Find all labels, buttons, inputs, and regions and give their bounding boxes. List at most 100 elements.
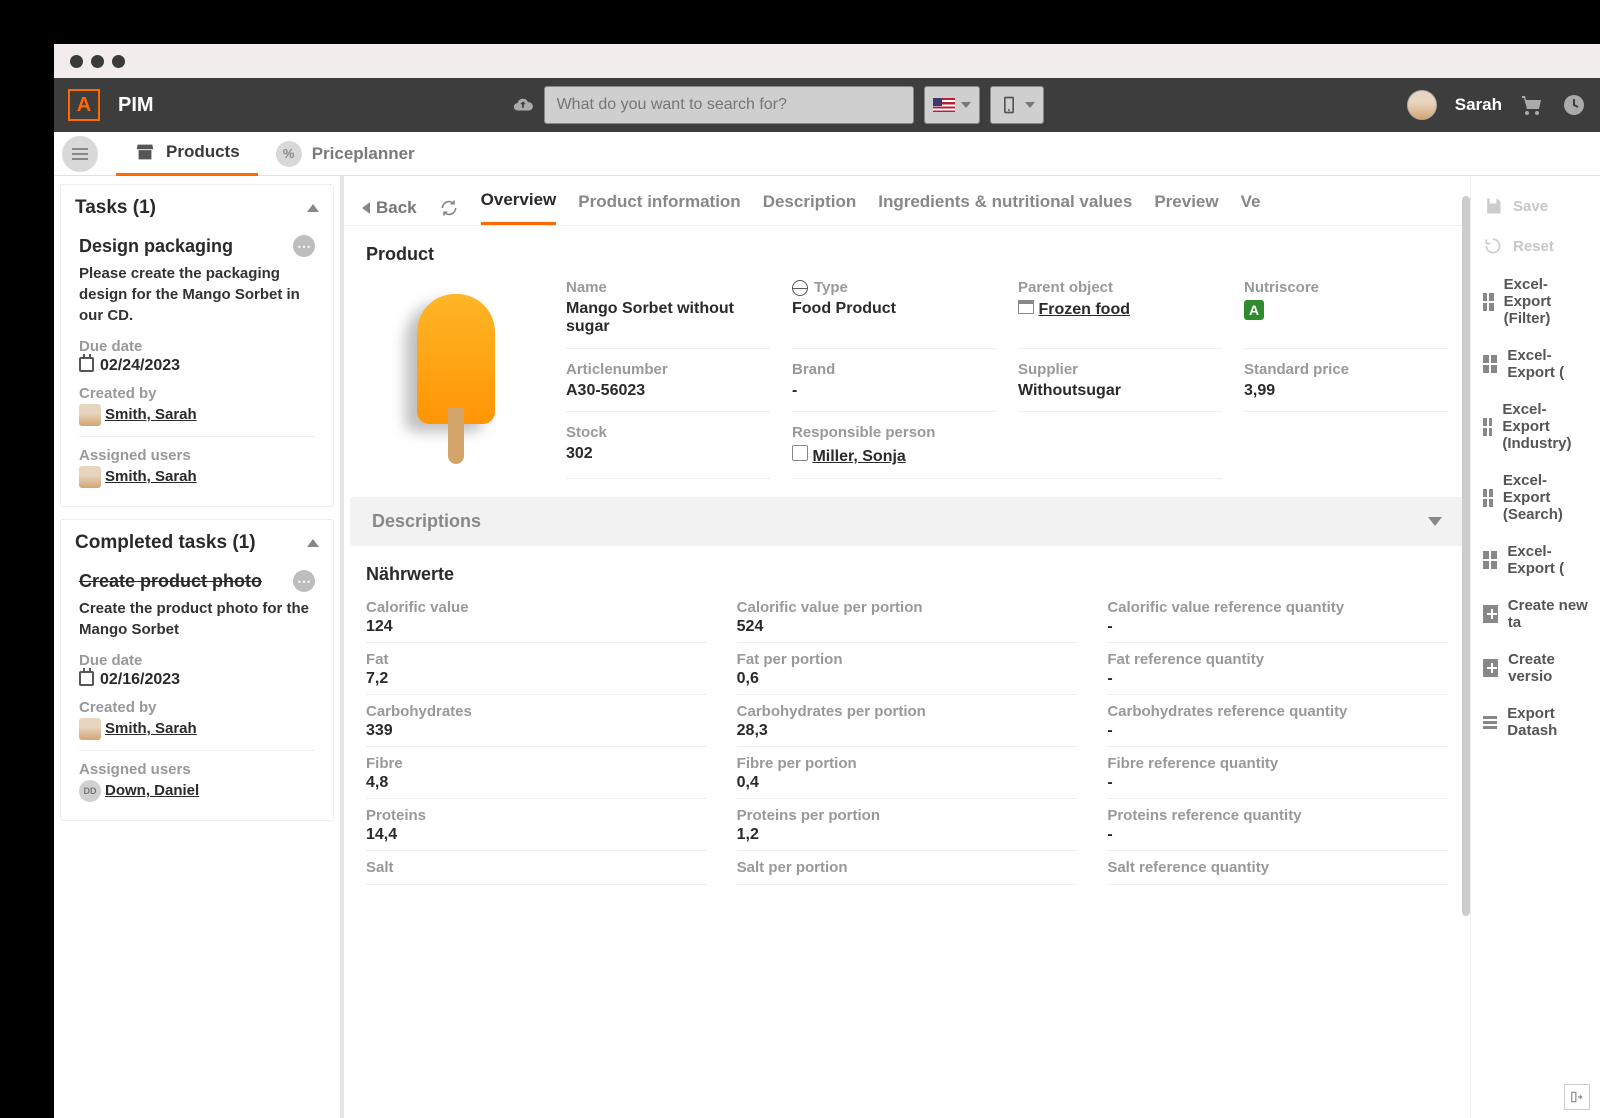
- upload-icon[interactable]: [512, 94, 534, 116]
- field-label: Articlenumber: [566, 361, 770, 378]
- nutrition-field: Proteins per portion1,2: [737, 807, 1078, 851]
- nutrition-label: Calorific value per portion: [737, 599, 1078, 616]
- field-label: Supplier: [1018, 361, 1222, 378]
- created-by: Smith, Sarah: [79, 718, 315, 740]
- search-input[interactable]: [544, 86, 914, 124]
- scrollbar[interactable]: [1462, 196, 1470, 916]
- export-datasheet[interactable]: Export Datash: [1471, 695, 1600, 749]
- nutriscore: A: [1244, 300, 1448, 320]
- device-selector[interactable]: [990, 86, 1044, 124]
- nutrition-value: -: [1107, 826, 1448, 844]
- nutrition-field: Calorific value reference quantity-: [1107, 599, 1448, 643]
- panel-toggle[interactable]: [1564, 1084, 1590, 1110]
- back-button[interactable]: Back: [362, 198, 417, 218]
- nutrition-value: 4,8: [366, 774, 707, 792]
- field-label: Parent object: [1018, 279, 1222, 296]
- actions-panel: Save Reset Excel-Export (Filter) Excel-E…: [1470, 176, 1600, 1118]
- tab-description[interactable]: Description: [763, 192, 857, 224]
- export-5[interactable]: Excel-Export (: [1471, 533, 1600, 587]
- descriptions-collapse[interactable]: Descriptions: [350, 497, 1464, 546]
- tab-versions[interactable]: Ve: [1241, 192, 1261, 224]
- nutrition-label: Salt reference quantity: [1107, 859, 1448, 876]
- menu-toggle[interactable]: [62, 136, 98, 172]
- tab-ingredients[interactable]: Ingredients & nutritional values: [878, 192, 1132, 224]
- globe-icon: [792, 280, 808, 296]
- clock-icon[interactable]: [1562, 93, 1586, 117]
- minimize-dot[interactable]: [91, 55, 104, 68]
- create-version[interactable]: Create versio: [1471, 641, 1600, 695]
- create-task[interactable]: Create new ta: [1471, 587, 1600, 641]
- nutrition-field: Carbohydrates339: [366, 703, 707, 747]
- nutrition-field: Fibre reference quantity-: [1107, 755, 1448, 799]
- nutrition-field: Salt per portion: [737, 859, 1078, 885]
- calendar-icon: [79, 357, 94, 372]
- nutrition-field: Fibre per portion0,4: [737, 755, 1078, 799]
- close-dot[interactable]: [70, 55, 83, 68]
- export-industry[interactable]: Excel-Export (Industry): [1471, 391, 1600, 462]
- nav-priceplanner[interactable]: % Priceplanner: [258, 132, 433, 176]
- nutrition-field: Salt: [366, 859, 707, 885]
- tab-product-info[interactable]: Product information: [578, 192, 740, 224]
- nutrition-field: Fat reference quantity-: [1107, 651, 1448, 695]
- reset-button[interactable]: Reset: [1471, 226, 1600, 266]
- person-icon: [792, 445, 808, 461]
- task-title[interactable]: Create product photo ⋯: [79, 570, 315, 592]
- supplier: Withoutsugar: [1018, 382, 1222, 400]
- brand: -: [792, 382, 996, 400]
- due-date: 02/16/2023: [79, 671, 315, 689]
- completed-tasks-header[interactable]: Completed tasks (1): [61, 520, 333, 566]
- tasks-header[interactable]: Tasks (1): [61, 185, 333, 231]
- nutrition-value: 14,4: [366, 826, 707, 844]
- save-button[interactable]: Save: [1471, 186, 1600, 226]
- task-title[interactable]: Design packaging ⋯: [79, 235, 315, 257]
- assigned-user: DDDown, Daniel: [79, 780, 315, 802]
- avatar[interactable]: [1407, 90, 1437, 120]
- nav-products[interactable]: Products: [116, 132, 258, 176]
- field-label: Standard price: [1244, 361, 1448, 378]
- percent-icon: %: [276, 141, 302, 167]
- cart-icon[interactable]: [1520, 93, 1544, 117]
- more-icon[interactable]: ⋯: [293, 235, 315, 257]
- window-titlebar: [54, 44, 1600, 78]
- export-search[interactable]: Excel-Export (Search): [1471, 462, 1600, 533]
- field-label: Brand: [792, 361, 996, 378]
- nutrition-label: Proteins reference quantity: [1107, 807, 1448, 824]
- tab-overview[interactable]: Overview: [481, 190, 557, 225]
- nutrition-label: Salt per portion: [737, 859, 1078, 876]
- nutrition-field: Calorific value per portion524: [737, 599, 1078, 643]
- nutrition-value: 28,3: [737, 722, 1078, 740]
- tab-preview[interactable]: Preview: [1154, 192, 1218, 224]
- nutrition-value: -: [1107, 618, 1448, 636]
- language-selector[interactable]: [924, 86, 980, 124]
- nutrition-label: Proteins per portion: [737, 807, 1078, 824]
- more-icon[interactable]: ⋯: [293, 570, 315, 592]
- app-title: PIM: [118, 94, 154, 117]
- maximize-dot[interactable]: [112, 55, 125, 68]
- due-date: 02/24/2023: [79, 357, 315, 375]
- mobile-icon: [999, 95, 1019, 115]
- export-2[interactable]: Excel-Export (: [1471, 337, 1600, 391]
- nutrition-value: -: [1107, 722, 1448, 740]
- nutrition-label: Fat reference quantity: [1107, 651, 1448, 668]
- product-image[interactable]: [366, 279, 546, 479]
- assigned-user: Smith, Sarah: [79, 466, 315, 488]
- save-icon: [1483, 196, 1503, 216]
- nutrition-label: Fat: [366, 651, 707, 668]
- nutrition-label: Fibre reference quantity: [1107, 755, 1448, 772]
- avatar-icon: [79, 466, 101, 488]
- avatar-icon: [79, 404, 101, 426]
- nutrition-label: Calorific value: [366, 599, 707, 616]
- nutrition-field: Calorific value124: [366, 599, 707, 643]
- list-icon: [1483, 716, 1497, 729]
- export-filter[interactable]: Excel-Export (Filter): [1471, 266, 1600, 337]
- table-icon: [1483, 355, 1497, 373]
- nutrition-value: 0,6: [737, 670, 1078, 688]
- product-header: Product: [366, 244, 1448, 265]
- refresh-icon[interactable]: [439, 198, 459, 218]
- avatar-icon: [79, 718, 101, 740]
- responsible-person: Miller, Sonja: [792, 445, 1222, 466]
- created-by-label: Created by: [79, 699, 315, 716]
- nutrition-field: Fat per portion0,6: [737, 651, 1078, 695]
- app-logo[interactable]: A: [68, 89, 100, 121]
- parent-object: Frozen food: [1018, 300, 1222, 319]
